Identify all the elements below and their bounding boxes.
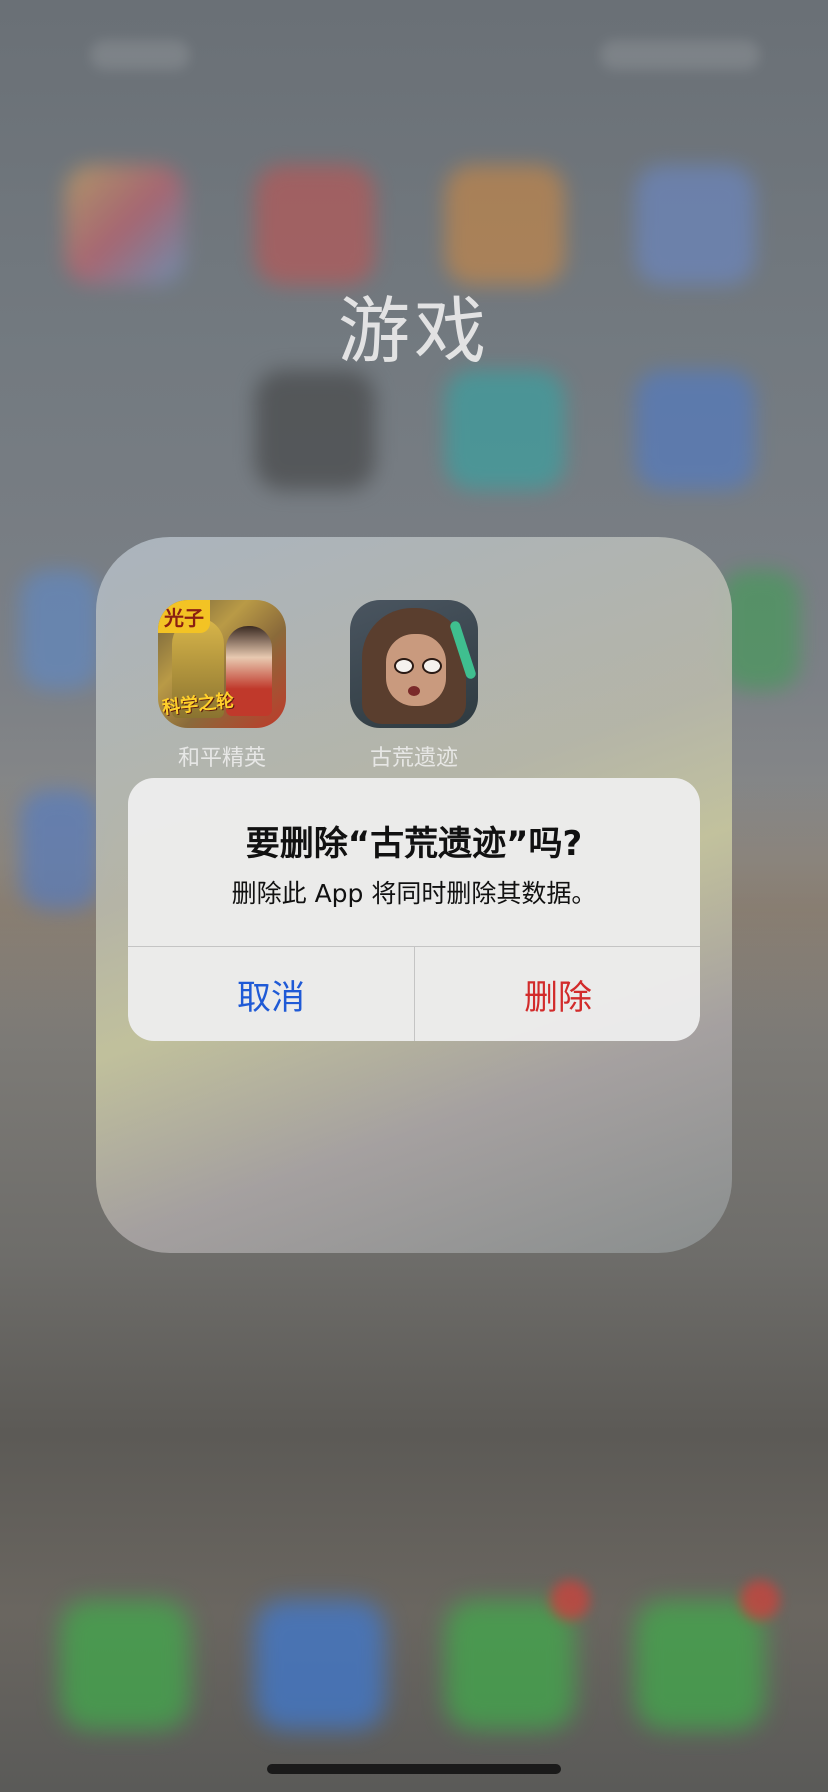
blurred-dock-wechat-icon xyxy=(635,1600,765,1730)
blurred-app-icon xyxy=(445,165,565,285)
status-bar-indicators-blur xyxy=(600,40,760,70)
blurred-app-icon xyxy=(255,370,375,490)
blurred-notification-badge xyxy=(550,1580,590,1620)
relic-game-icon[interactable] xyxy=(350,600,478,728)
delete-app-alert: 要删除“古荒遗迹”吗? 删除此 App 将同时删除其数据。 取消 删除 xyxy=(128,778,700,1041)
blurred-app-icon xyxy=(255,165,375,285)
blurred-app-icon xyxy=(20,570,100,690)
alert-message: 删除此 App 将同时删除其数据。 xyxy=(231,879,597,908)
blurred-app-icon xyxy=(635,165,755,285)
blurred-app-icon xyxy=(635,370,755,490)
app-label: 和平精英 xyxy=(177,746,266,771)
blurred-app-icon xyxy=(720,570,800,690)
blurred-dock-safari-icon xyxy=(255,1600,385,1730)
app-label: 古荒遗迹 xyxy=(369,746,458,771)
icon-tag-text: 光子 xyxy=(158,600,210,633)
home-indicator[interactable] xyxy=(267,1764,561,1774)
pubg-game-icon[interactable]: 光子 科学之轮 xyxy=(158,600,286,728)
blurred-app-icon xyxy=(20,790,100,910)
delete-button[interactable]: 删除 xyxy=(415,947,700,1041)
blurred-notification-badge xyxy=(740,1580,780,1620)
blurred-dock-messages-icon xyxy=(445,1600,575,1730)
blurred-app-icon xyxy=(65,165,185,285)
blurred-app-icon xyxy=(445,370,565,490)
cancel-button[interactable]: 取消 xyxy=(128,947,414,1041)
blurred-dock-phone-icon xyxy=(60,1600,190,1730)
app-relic[interactable]: 古荒遗迹 xyxy=(350,600,478,772)
folder-title[interactable]: 游戏 xyxy=(0,272,828,377)
app-pubg[interactable]: 光子 科学之轮 和平精英 xyxy=(158,600,286,772)
alert-title: 要删除“古荒遗迹”吗? xyxy=(245,824,583,864)
status-bar-time-blur xyxy=(90,40,190,70)
